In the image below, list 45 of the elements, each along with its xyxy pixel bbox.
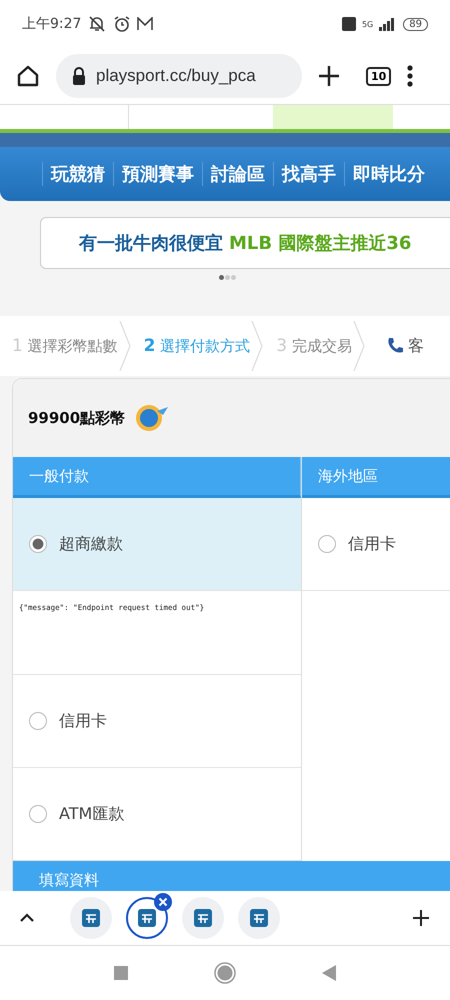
banner-text: 有一批牛肉很便宜 xyxy=(79,232,223,255)
section-header: 填寫資料 xyxy=(13,861,450,891)
home-icon[interactable] xyxy=(16,64,40,88)
muted-bell-icon xyxy=(87,15,108,33)
step-chevron-icon xyxy=(250,321,264,371)
pager-dot[interactable] xyxy=(218,275,224,280)
status-time: 上午9:27 xyxy=(22,15,82,33)
coin-icon xyxy=(135,403,170,433)
column-header: 一般付款 xyxy=(13,457,301,498)
phone-icon xyxy=(386,337,404,355)
support-link[interactable]: 客 xyxy=(408,336,424,356)
payment-option[interactable]: 信用卡 xyxy=(13,675,301,768)
nav-link[interactable]: 討論區 xyxy=(202,162,273,186)
nav-link[interactable]: 預測賽事 xyxy=(113,162,202,186)
plus-icon[interactable] xyxy=(412,909,430,927)
banner-highlight: MLB 國際盤主推近36 xyxy=(229,232,412,255)
step-chevron-icon xyxy=(352,321,366,371)
mail-icon xyxy=(137,17,154,31)
url-text: playsport.cc/buy_pca xyxy=(96,66,256,86)
step-chevron-icon xyxy=(118,321,132,371)
menu-icon[interactable] xyxy=(407,65,414,87)
chevron-up-icon[interactable] xyxy=(20,913,34,923)
tab-count-button[interactable]: 10 xyxy=(366,66,392,86)
address-bar[interactable]: playsport.cc/buy_pca xyxy=(56,54,302,98)
column-header: 海外地區 xyxy=(302,457,450,498)
battery-level: 89 xyxy=(403,18,428,30)
tab-thumbnail[interactable] xyxy=(182,897,224,939)
news-banner[interactable]: 有一批牛肉很便宜 MLB 國際盤主推近36 xyxy=(40,217,450,269)
points-title: 99900點彩幣 xyxy=(28,408,126,428)
payment-option[interactable]: 超商繳款 xyxy=(13,498,301,591)
alarm-icon xyxy=(113,15,132,33)
plus-icon[interactable] xyxy=(318,65,340,87)
home-circle-icon[interactable] xyxy=(214,962,236,984)
tab-thumbnail[interactable] xyxy=(70,897,112,939)
nav-link[interactable]: 即時比分 xyxy=(344,162,433,186)
network-label: 5G xyxy=(362,20,374,28)
nav-link[interactable]: 找高手 xyxy=(273,162,344,186)
nav-link[interactable]: 玩競猜 xyxy=(42,162,113,186)
payment-option[interactable]: 信用卡 xyxy=(302,498,450,591)
lock-icon xyxy=(72,67,86,85)
step-indicator: 2 選擇付款方式 xyxy=(142,336,250,356)
pager-dot[interactable] xyxy=(230,275,236,280)
tab-thumbnail[interactable] xyxy=(238,897,280,939)
pager-dot[interactable] xyxy=(224,275,230,280)
back-icon[interactable] xyxy=(322,965,336,981)
